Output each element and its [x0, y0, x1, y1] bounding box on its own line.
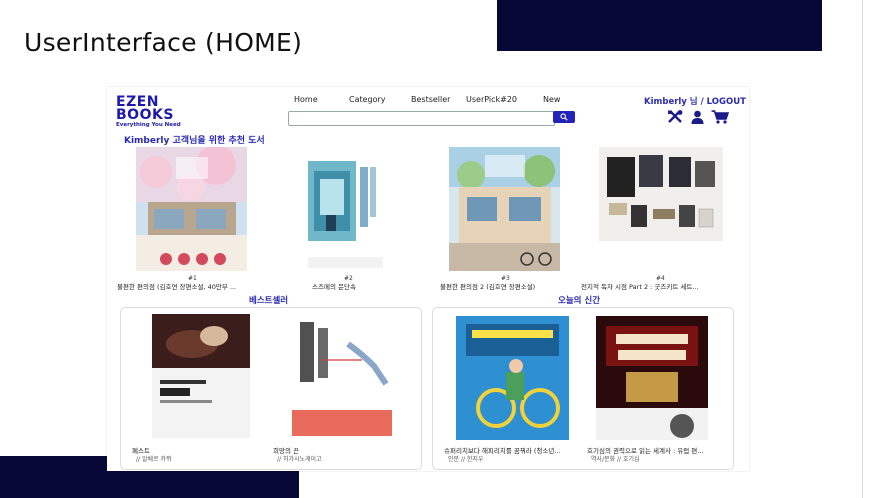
slide-edge — [862, 0, 863, 498]
book-title-1[interactable]: 불편한 편의점 (김호연 장편소설, 40만부 ... — [117, 281, 236, 291]
logo-line2: BOOKS — [116, 107, 174, 123]
bestseller-author-1: // 알베르 카뮈 — [136, 456, 172, 463]
book-title-3[interactable]: 불편한 편의점 2 (김호연 장편소설) — [440, 281, 535, 291]
book-cover-1[interactable] — [136, 147, 247, 271]
tools-icon[interactable] — [667, 109, 684, 128]
bestseller-title: 베스트셀러 — [249, 296, 289, 306]
book-title-4[interactable]: 전지적 독자 시점 Part 2 : 굿즈키트 세트... — [581, 281, 699, 291]
book-cover-4[interactable] — [599, 147, 723, 241]
search-icon — [560, 113, 568, 121]
logo[interactable]: EZEN BOOKS Everything You Need — [116, 95, 196, 129]
new-author-2: 역사/문화 // 호기심 — [591, 456, 640, 463]
new-today-panel: 슈퍼리치보다 해피리치를 꿈꿔라 (청소년... 인문 // 한지우 호기심의 … — [432, 307, 734, 470]
new-cover-1[interactable] — [456, 316, 569, 440]
user-icon[interactable] — [691, 109, 704, 128]
search-button[interactable] — [553, 111, 575, 123]
nav-category[interactable]: Category — [349, 95, 386, 104]
nav-userpick[interactable]: UserPick#20 — [466, 95, 517, 104]
book-title-2[interactable]: 스즈메의 문단속 — [312, 281, 356, 291]
nav-bestseller[interactable]: Bestseller — [411, 95, 450, 104]
home-screenshot: EZEN BOOKS Everything You Need Home Cate… — [107, 87, 749, 471]
recommend-title: Kimberly 고객님을 위한 추천 도서 — [124, 136, 265, 146]
header-icons — [667, 109, 730, 128]
user-logout-link[interactable]: Kimberly 님 / LOGOUT — [644, 95, 746, 107]
book-cover-2[interactable] — [308, 161, 383, 268]
bestseller-panel: 페스트 // 알베르 카뮈 희망의 끈 // 히가시노게이고 — [120, 307, 422, 470]
new-today-title: 오늘의 신간 — [558, 296, 601, 306]
new-author-1: 인문 // 한지우 — [448, 456, 484, 463]
bestseller-author-2: // 히가시노게이고 — [277, 456, 322, 463]
new-cover-2[interactable] — [596, 316, 708, 440]
logo-tagline: Everything You Need — [116, 122, 181, 128]
decorative-bar-top — [497, 0, 822, 51]
search-input[interactable] — [288, 111, 555, 126]
slide-title: UserInterface (HOME) — [24, 28, 303, 57]
bestseller-cover-2[interactable] — [282, 314, 398, 438]
nav-home[interactable]: Home — [294, 95, 318, 104]
cart-icon[interactable] — [711, 109, 730, 128]
bestseller-cover-1[interactable] — [152, 314, 250, 438]
nav-new[interactable]: New — [543, 95, 560, 104]
book-cover-3[interactable] — [449, 147, 560, 271]
